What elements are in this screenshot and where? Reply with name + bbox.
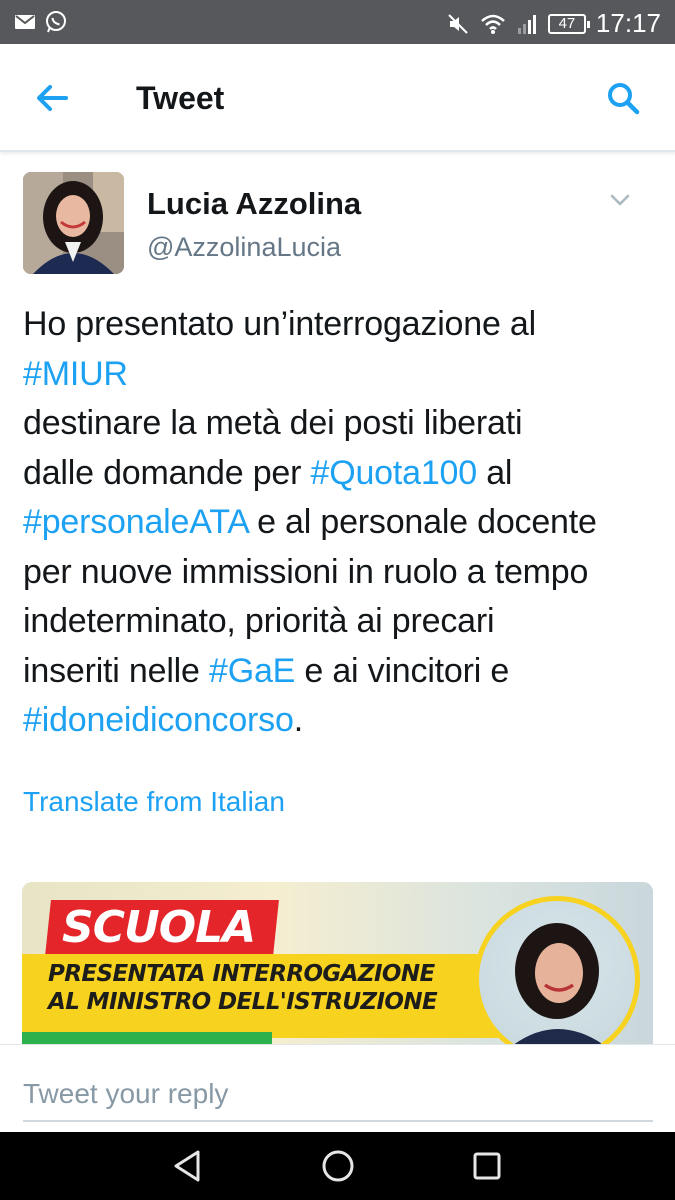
author-handle[interactable]: @AzzolinaLucia: [147, 232, 341, 263]
tweet-text-segment: indeterminato, priorità ai precari: [23, 602, 495, 640]
circle-home-icon: [322, 1150, 354, 1182]
translate-link[interactable]: Translate from Italian: [23, 786, 285, 818]
tweet-text-line: indeterminato, priorità ai precari: [23, 597, 663, 647]
whatsapp-icon: [46, 11, 66, 33]
tweet-text-segment: .: [293, 701, 303, 739]
tweet-text-segment: al: [476, 453, 513, 492]
nav-recents-button[interactable]: [467, 1146, 507, 1186]
wifi-icon: [481, 14, 505, 34]
nav-home-button[interactable]: [318, 1146, 358, 1186]
search-icon: [608, 83, 640, 115]
square-recents-icon: [473, 1152, 501, 1180]
profile-photo: [23, 172, 124, 274]
hashtag-link[interactable]: #idoneidiconcorso: [23, 701, 294, 739]
arrow-left-icon: [37, 85, 68, 111]
tweet-text-line: Ho presentato un’interrogazione al: [23, 300, 663, 350]
hashtag-link[interactable]: #personaleATA: [23, 503, 248, 541]
media-badge: SCUOLA: [62, 902, 256, 953]
tweet-text-line: #personaleATA e al personale docente: [23, 498, 663, 548]
author-name[interactable]: Lucia Azzolina: [147, 186, 361, 222]
chevron-down-icon: [610, 194, 630, 206]
tweet-text-line: #idoneidiconcorso.: [23, 696, 663, 746]
tweet-options-button[interactable]: [606, 186, 634, 214]
status-time: 17:17: [595, 8, 661, 38]
portrait-photo: [514, 923, 603, 1044]
signal-icon: [517, 14, 536, 34]
back-button[interactable]: [28, 74, 76, 122]
tweet-text-segment: e al personale docente: [247, 503, 597, 541]
tweet-text: Ho presentato un’interrogazione al #MIUR d…: [23, 300, 663, 746]
battery-level: 47: [558, 14, 576, 32]
hashtag-link[interactable]: #MIUR: [23, 355, 128, 393]
hashtag-link[interactable]: #GaE: [209, 652, 295, 690]
tweet-text-line: inseriti nelle #GaE e ai vincitori e: [23, 647, 663, 697]
tweet-text-line: destinare la metà dei posti liberati: [23, 399, 663, 449]
media-green-strip: [22, 1032, 272, 1044]
tweet-media[interactable]: SCUOLA PRESENTATA INTERROGAZIONE AL MINI…: [22, 882, 653, 1044]
tweet-text-segment: Ho presentato un’interrogazione al: [23, 305, 536, 343]
status-bar: 47 17:17: [0, 0, 675, 44]
system-nav-bar: [0, 1132, 675, 1200]
status-left-icons: [14, 10, 68, 34]
page-title: Tweet: [136, 80, 225, 116]
tweet-text-line: #MIUR: [23, 350, 663, 400]
tweet-text-line: per nuove immissioni in ruolo a tempo: [23, 548, 663, 598]
app-bar: Tweet: [0, 44, 675, 152]
media-headline: PRESENTATA INTERROGAZIONE AL MINISTRO DE…: [48, 960, 438, 1016]
tweet-text-line: dalle domande per #Quota100 al: [23, 449, 663, 499]
media-headline-line-2: AL MINISTRO DELL'ISTRUZIONE: [48, 989, 438, 1015]
search-button[interactable]: [599, 74, 647, 122]
hashtag-link[interactable]: #Quota100: [311, 454, 478, 492]
nav-back-button[interactable]: [168, 1146, 208, 1186]
gmail-icon: [15, 15, 35, 29]
avatar[interactable]: [23, 172, 124, 274]
tweet-text-segment: per nuove immissioni in ruolo a tempo: [23, 552, 589, 591]
tweet-text-segment: inseriti nelle: [23, 651, 209, 690]
media-headline-line-1: PRESENTATA INTERROGAZIONE: [48, 961, 435, 987]
mute-icon: [448, 13, 468, 34]
tweet-text-segment: destinare la metà dei posti liberati: [23, 404, 523, 442]
tweet-text-segment: e ai vincitori e: [295, 651, 510, 690]
battery-icon: 47: [547, 13, 590, 34]
status-right-icons: 47 17:17: [446, 8, 661, 39]
reply-input[interactable]: [23, 1068, 653, 1122]
tweet-text-segment: dalle domande per: [23, 453, 311, 492]
triangle-back-icon: [174, 1150, 200, 1182]
